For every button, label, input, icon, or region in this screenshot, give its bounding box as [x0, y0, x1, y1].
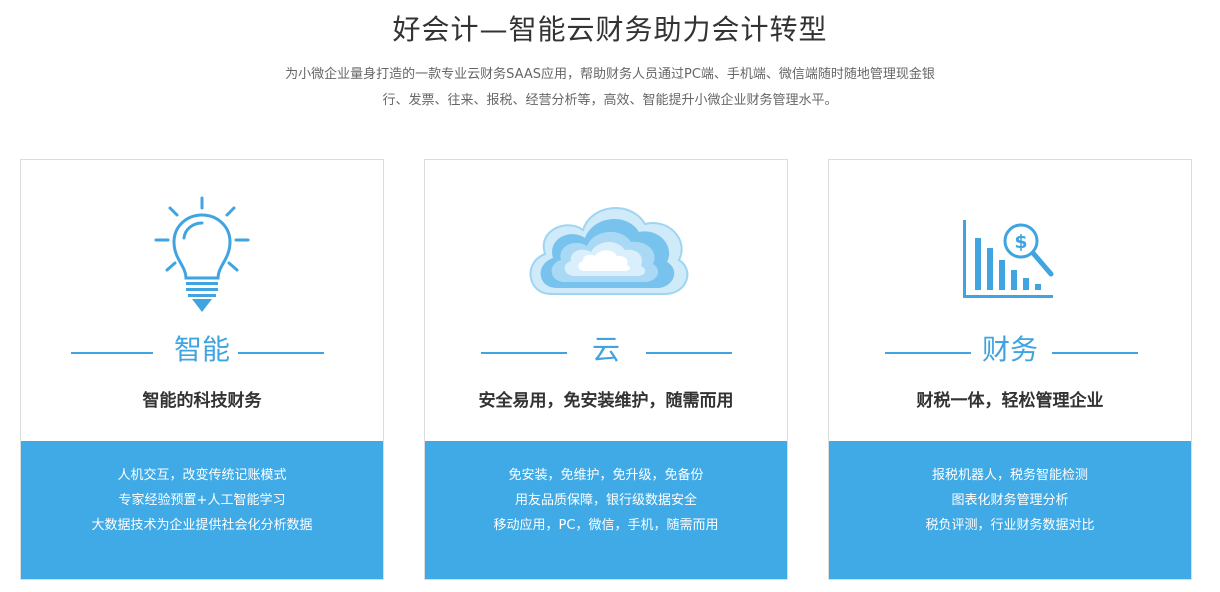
card-feature-panel: 人机交互，改变传统记账模式 专家经验预置+人工智能学习 大数据技术为企业提供社会… — [21, 441, 383, 579]
card-heading-row: 云 — [425, 330, 787, 370]
card-top: $ 财务 财税一体，轻松管理企业 — [829, 160, 1191, 441]
lightbulb-icon — [21, 196, 383, 326]
feature-cards: 智能 智能的科技财务 人机交互，改变传统记账模式 专家经验预置+人工智能学习 大… — [20, 159, 1192, 580]
feature-item: 人机交互，改变传统记账模式 — [117, 468, 287, 483]
feature-item: 大数据技术为企业提供社会化分析数据 — [91, 518, 313, 533]
card-heading-row: 智能 — [21, 330, 383, 370]
feature-item: 报税机器人，税务智能检测 — [931, 468, 1088, 483]
svg-text:$: $ — [1014, 231, 1027, 253]
card-top: 云 安全易用，免安装维护，随需而用 — [425, 160, 787, 441]
feature-card-cloud: 云 安全易用，免安装维护，随需而用 免安装，免维护，免升级，免备份 用友品质保障… — [424, 159, 788, 580]
page-title: 好会计—智能云财务助力会计转型 — [392, 13, 828, 46]
subtitle-line-2: 行、发票、往来、报税、经营分析等，高效、智能提升小微企业财务管理水平。 — [382, 93, 838, 108]
feature-list: 免安装，免维护，免升级，免备份 用友品质保障，银行级数据安全 移动应用，PC，微… — [425, 441, 787, 538]
card-heading-row: 财务 — [829, 330, 1191, 370]
card-heading: 云 — [591, 333, 620, 366]
card-heading: 智能 — [173, 333, 230, 366]
feature-item: 用友品质保障，银行级数据安全 — [514, 493, 697, 508]
finance-chart-icon: $ — [829, 196, 1191, 326]
cloud-icon — [425, 196, 787, 326]
card-heading: 财务 — [981, 333, 1038, 366]
feature-list: 报税机器人，税务智能检测 图表化财务管理分析 税负评测，行业财务数据对比 — [829, 441, 1191, 538]
heading-divider-right — [1052, 352, 1138, 354]
feature-item: 税负评测，行业财务数据对比 — [925, 518, 1095, 533]
feature-list: 人机交互，改变传统记账模式 专家经验预置+人工智能学习 大数据技术为企业提供社会… — [21, 441, 383, 538]
card-tagline: 财税一体，轻松管理企业 — [916, 391, 1104, 411]
card-feature-panel: 报税机器人，税务智能检测 图表化财务管理分析 税负评测，行业财务数据对比 — [829, 441, 1191, 579]
card-tagline: 安全易用，免安装维护，随需而用 — [478, 391, 734, 411]
card-tagline: 智能的科技财务 — [142, 391, 262, 411]
heading-divider-right — [238, 352, 324, 354]
card-feature-panel: 免安装，免维护，免升级，免备份 用友品质保障，银行级数据安全 移动应用，PC，微… — [425, 441, 787, 579]
feature-item: 专家经验预置+人工智能学习 — [118, 493, 286, 508]
page-subtitle: 为小微企业量身打造的一款专业云财务SAAS应用，帮助财务人员通过PC端、手机端、… — [250, 62, 970, 114]
feature-item: 图表化财务管理分析 — [951, 493, 1069, 508]
feature-card-finance: $ 财务 财税一体，轻松管理企业 报税机器人，税务智能检测 图表化财务管理分析 … — [828, 159, 1192, 580]
feature-card-smart: 智能 智能的科技财务 人机交互，改变传统记账模式 专家经验预置+人工智能学习 大… — [20, 159, 384, 580]
feature-item: 移动应用，PC，微信，手机，随需而用 — [493, 518, 719, 533]
subtitle-line-1: 为小微企业量身打造的一款专业云财务SAAS应用，帮助财务人员通过PC端、手机端、… — [285, 67, 935, 82]
feature-item: 免安装，免维护，免升级，免备份 — [508, 468, 704, 483]
heading-divider-right — [646, 352, 732, 354]
card-top: 智能 智能的科技财务 — [21, 160, 383, 441]
